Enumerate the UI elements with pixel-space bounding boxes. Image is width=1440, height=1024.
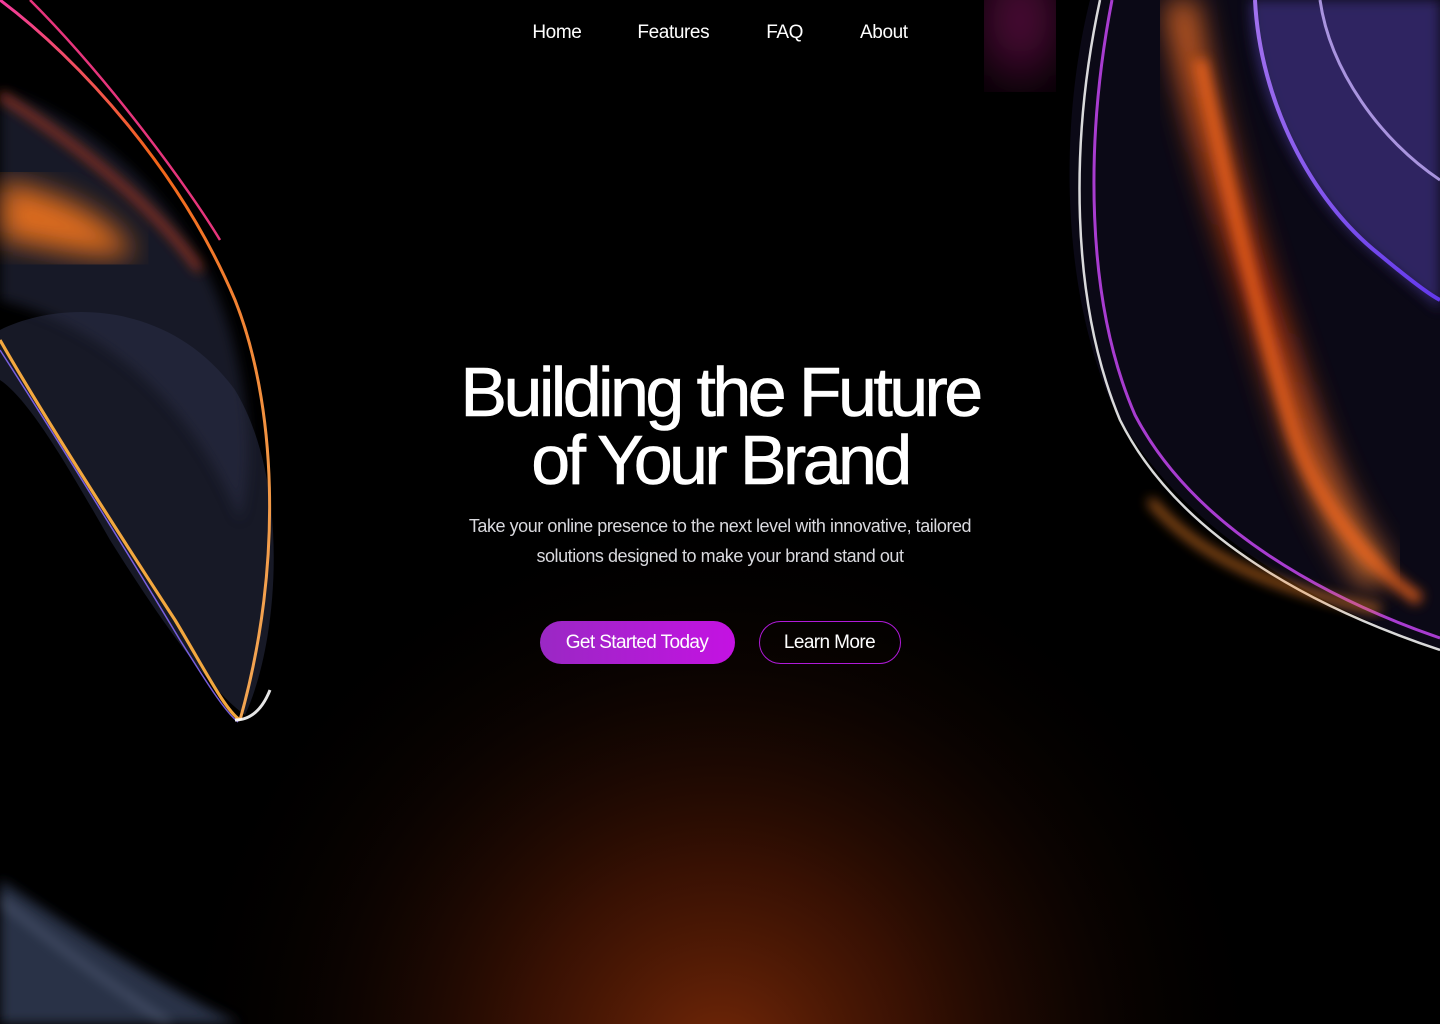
get-started-button[interactable]: Get Started Today <box>539 621 735 664</box>
nav-link-features[interactable]: Features <box>637 22 709 44</box>
hero-subtitle: Take your online presence to the next le… <box>468 516 972 566</box>
nav-link-about[interactable]: About <box>860 22 908 44</box>
nav-link-faq[interactable]: FAQ <box>766 22 803 44</box>
hero-section: Building the Future of Your Brand Take y… <box>0 353 1440 664</box>
learn-more-button[interactable]: Learn More <box>758 621 901 664</box>
hero-title: Building the Future of Your Brand <box>0 353 1440 499</box>
nav-link-home[interactable]: Home <box>532 22 581 44</box>
top-navigation: Home Features FAQ About <box>0 22 1440 44</box>
hero-cta-group: Get Started Today Learn More <box>0 621 1440 664</box>
hero-title-line-2: of Your Brand <box>531 421 913 499</box>
hero-title-line-1: Building the Future <box>460 353 983 431</box>
